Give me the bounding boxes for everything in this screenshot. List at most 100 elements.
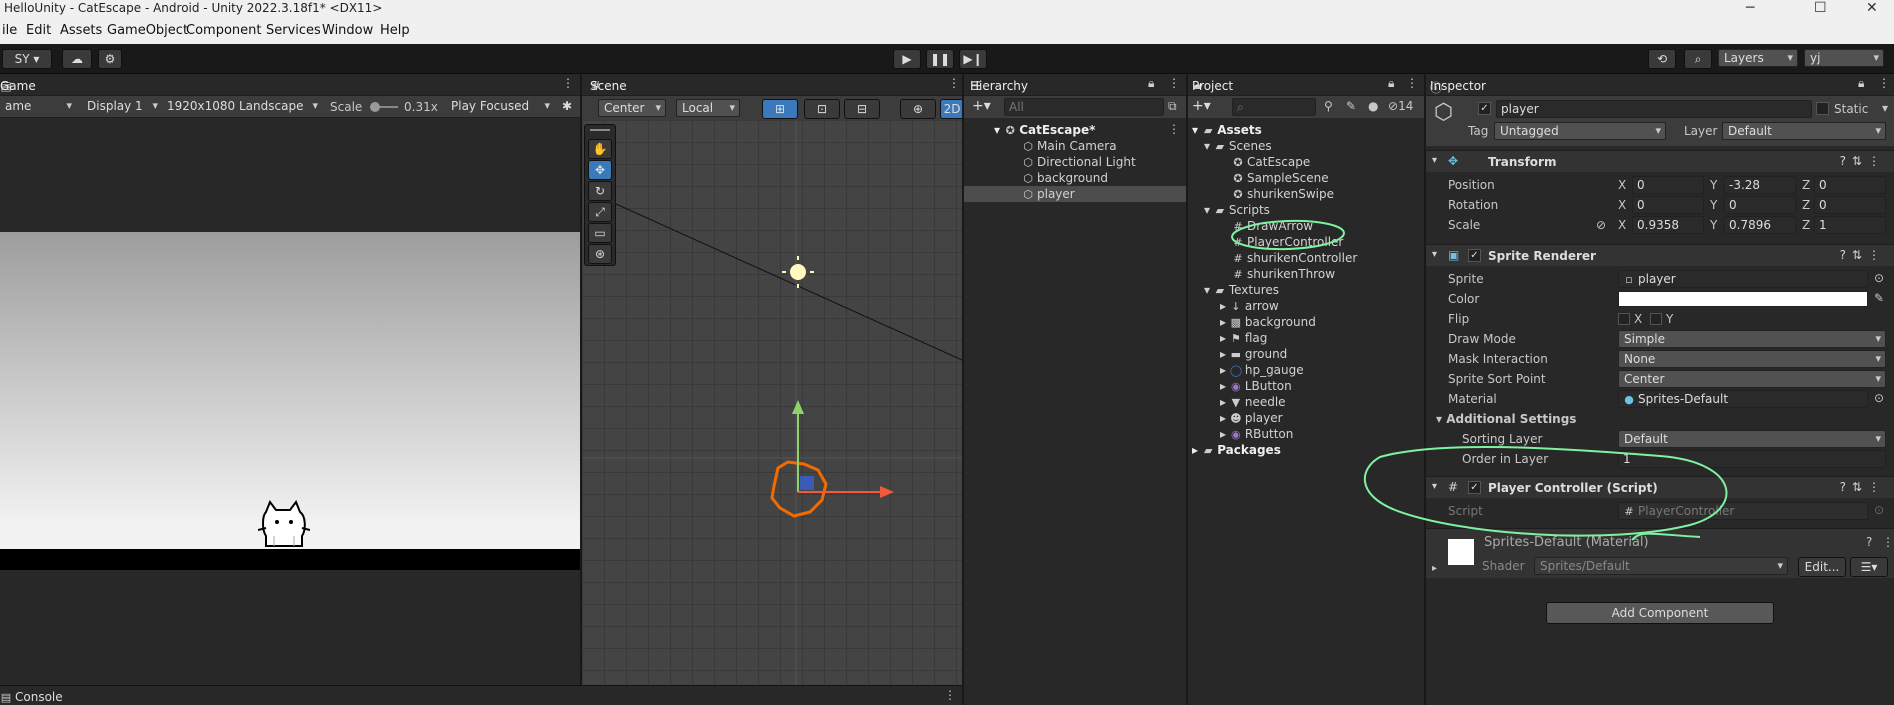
space-dropdown[interactable]: Local — [676, 99, 740, 117]
minimize-button[interactable]: ─ — [1746, 0, 1754, 16]
history-icon[interactable]: ⟲ — [1648, 49, 1676, 69]
static-dropdown-icon[interactable]: ▾ — [1882, 101, 1888, 115]
edit-shader-button[interactable]: Edit... — [1798, 557, 1846, 577]
close-button[interactable]: ✕ — [1866, 0, 1878, 16]
project-item[interactable]: ▸ ⚑ flag — [1220, 330, 1267, 346]
cloud-icon[interactable]: ☁ — [62, 49, 92, 69]
component-menu-icons[interactable]: ?⇅⋮ — [1840, 248, 1886, 262]
hierarchy-search-input[interactable]: All — [1004, 98, 1164, 116]
project-item[interactable]: ▸ ↓ arrow — [1220, 298, 1279, 314]
hierarchy-item[interactable]: ⬡ background — [1022, 170, 1108, 186]
menu-services[interactable]: Services — [266, 23, 321, 38]
flip-y-checkbox[interactable] — [1650, 313, 1662, 325]
project-item[interactable]: # PlayerController — [1232, 234, 1343, 250]
project-item[interactable]: # shurikenThrow — [1232, 266, 1335, 282]
hierarchy-item[interactable]: ⬡ Main Camera — [1022, 138, 1116, 154]
search-icon[interactable]: ⌕ — [1684, 49, 1712, 69]
globe-icon[interactable]: ⊕ — [900, 99, 936, 119]
debug-icon[interactable]: ✱ — [562, 99, 572, 113]
position-y-input[interactable]: -3.28 — [1724, 176, 1796, 194]
resolution-dropdown[interactable]: 1920x1080 Landscape — [162, 98, 322, 116]
scale-x-input[interactable]: 0.9358 — [1632, 216, 1704, 234]
sprite-renderer-header[interactable]: ▾ ▣ ✓ Sprite Renderer ?⇅⋮ — [1426, 244, 1894, 266]
shader-dropdown[interactable]: Sprites/Default — [1534, 557, 1788, 575]
object-picker-icon[interactable]: ⊙ — [1874, 271, 1884, 285]
scripts-folder[interactable]: ▾ ▰ Scripts — [1204, 202, 1270, 218]
help-icon[interactable]: ? — [1866, 535, 1872, 549]
sprite-renderer-enabled-checkbox[interactable]: ✓ — [1468, 249, 1481, 262]
pause-button[interactable]: ❚❚ — [926, 49, 954, 69]
shader-menu-button[interactable]: ☰▾ — [1850, 557, 1888, 577]
tab-console[interactable]: ▤ Console — [0, 690, 63, 704]
link-icon[interactable]: ⊘ — [1596, 218, 1606, 232]
collab-icon[interactable]: ⚙ — [98, 49, 122, 69]
add-object-button[interactable]: +▾ — [972, 98, 991, 114]
scene-root-item[interactable]: ▾ ✪ CatEscape* — [994, 122, 1095, 138]
project-item[interactable]: ✪ SampleScene — [1232, 170, 1328, 186]
additional-settings-foldout[interactable]: ▾ Additional Settings — [1436, 412, 1576, 426]
sprite-field[interactable]: ▫ player — [1618, 270, 1868, 288]
search-filter-icon[interactable]: ⧉ — [1168, 99, 1177, 114]
scale-y-input[interactable]: 0.7896 — [1724, 216, 1796, 234]
project-item[interactable]: ▸ ◉ LButton — [1220, 378, 1292, 394]
add-component-button[interactable]: Add Component — [1546, 602, 1774, 624]
menu-component[interactable]: Component — [186, 23, 261, 38]
hierarchy-item[interactable]: ⬡ Directional Light — [1022, 154, 1135, 170]
textures-folder[interactable]: ▾ ▰ Textures — [1204, 282, 1279, 298]
player-controller-enabled-checkbox[interactable]: ✓ — [1468, 481, 1481, 494]
menu-gameobject[interactable]: GameObject — [107, 23, 188, 38]
project-item[interactable]: ✪ CatEscape — [1232, 154, 1310, 170]
project-item[interactable]: ▸ ◉ RButton — [1220, 426, 1293, 442]
material-kebab-icon[interactable]: ⋮ — [1882, 535, 1894, 549]
play-focused-dropdown[interactable]: Play Focused — [446, 98, 554, 116]
project-search-input[interactable]: ⌕ — [1232, 98, 1316, 116]
flip-x-checkbox[interactable] — [1618, 313, 1630, 325]
hidden-count-icon[interactable]: ⊘14 — [1388, 99, 1413, 113]
position-x-input[interactable]: 0 — [1632, 176, 1704, 194]
layers-dropdown[interactable]: Layers — [1718, 49, 1798, 67]
step-button[interactable]: ▶❙ — [959, 49, 987, 69]
mode-2d-button[interactable]: 2D — [940, 99, 962, 119]
type-filter-icon[interactable]: ⚲ — [1324, 99, 1333, 113]
object-picker-icon[interactable]: ⊙ — [1874, 391, 1884, 405]
hierarchy-item-selected[interactable]: ⬡ player — [1022, 186, 1075, 202]
account-dropdown[interactable]: SY ▾ — [2, 49, 52, 69]
eyedropper-icon[interactable]: ✎ — [1874, 291, 1884, 305]
assets-folder[interactable]: ▾ ▰ Assets — [1192, 122, 1262, 138]
project-item[interactable]: ▸ ☻ player — [1220, 410, 1283, 426]
static-checkbox[interactable] — [1816, 102, 1829, 115]
project-item[interactable]: ▸ ▼ needle — [1220, 394, 1286, 410]
sorting-layer-dropdown[interactable]: Default — [1618, 430, 1886, 448]
project-item[interactable]: ▸ ◯ hp_gauge — [1220, 362, 1304, 378]
project-lock-icon[interactable]: 🔒︎ — [1388, 76, 1394, 91]
pivot-dropdown[interactable]: Center — [598, 99, 666, 117]
scene-kebab-icon[interactable]: ⋮ — [948, 76, 960, 90]
menu-help[interactable]: Help — [380, 23, 410, 38]
transform-header[interactable]: ▾ ✥ Transform ?⇅⋮ — [1426, 150, 1894, 172]
grid-snap-icon[interactable]: ⊡ — [804, 99, 840, 119]
rotation-y-input[interactable]: 0 — [1724, 196, 1796, 214]
material-field[interactable]: ● Sprites-Default — [1618, 390, 1868, 408]
create-asset-button[interactable]: +▾ — [1192, 98, 1211, 114]
project-item[interactable]: ▸ ▬ ground — [1220, 346, 1287, 362]
menu-file[interactable]: ile — [2, 23, 17, 38]
sprite-sort-point-dropdown[interactable]: Center — [1618, 370, 1886, 388]
project-item[interactable]: ▸ ▩ background — [1220, 314, 1316, 330]
inspector-kebab-icon[interactable]: ⋮ — [1878, 76, 1890, 90]
project-kebab-icon[interactable]: ⋮ — [1406, 76, 1418, 90]
project-item[interactable]: # DrawArrow — [1232, 218, 1313, 234]
player-controller-header[interactable]: ▾ # ✓ Player Controller (Script) ?⇅⋮ — [1426, 476, 1894, 498]
project-item[interactable]: # shurikenController — [1232, 250, 1357, 266]
display-dropdown[interactable]: Display 1 — [82, 98, 162, 116]
menu-edit[interactable]: Edit — [26, 23, 51, 38]
packages-folder[interactable]: ▸ ▰ Packages — [1192, 442, 1281, 458]
rotation-z-input[interactable]: 0 — [1814, 196, 1886, 214]
layout-dropdown[interactable]: yj — [1804, 49, 1884, 67]
console-kebab-icon[interactable]: ⋮ — [944, 688, 956, 702]
scale-slider-handle[interactable] — [370, 102, 380, 112]
rotation-x-input[interactable]: 0 — [1632, 196, 1704, 214]
scenes-folder[interactable]: ▾ ▰ Scenes — [1204, 138, 1272, 154]
color-swatch[interactable] — [1618, 291, 1868, 307]
expand-arrow-icon[interactable]: ▸ — [1432, 563, 1437, 574]
menu-window[interactable]: Window — [322, 23, 373, 38]
